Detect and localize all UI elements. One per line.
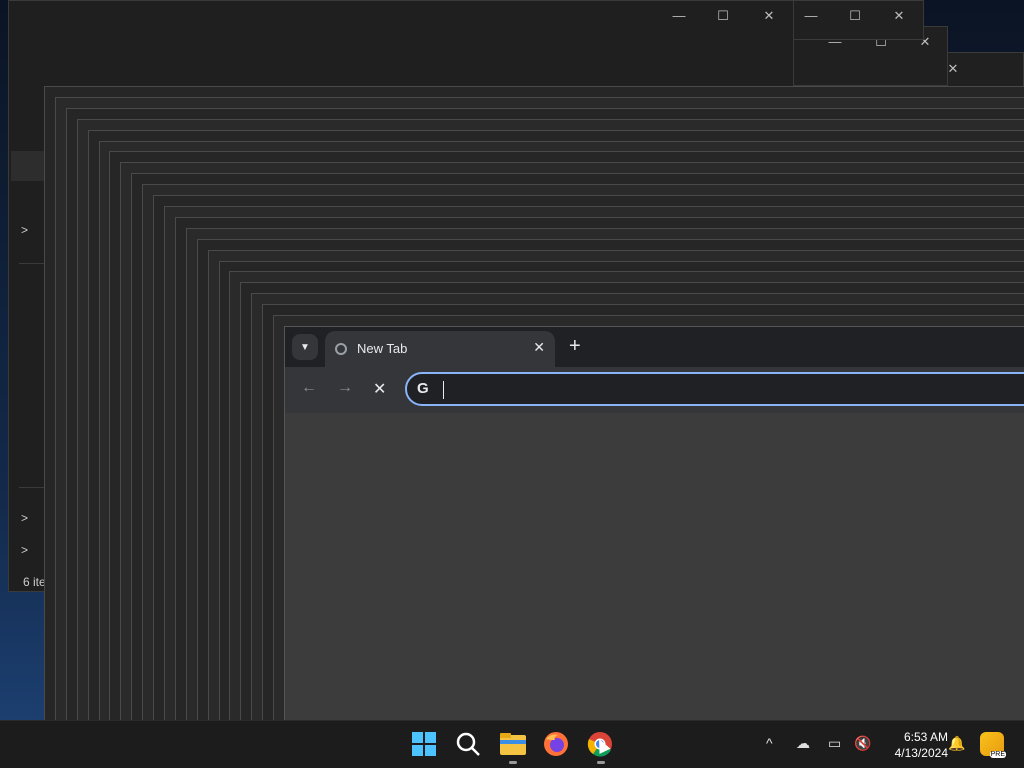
expand-chevron-icon[interactable]: > bbox=[21, 511, 28, 525]
minimize-icon[interactable]: — bbox=[671, 8, 687, 24]
file-explorer-icon[interactable] bbox=[499, 731, 527, 759]
pre-badge-icon: PRE bbox=[989, 751, 1006, 758]
running-indicator bbox=[597, 761, 605, 764]
back-button[interactable]: ← bbox=[301, 379, 317, 397]
expand-chevron-icon[interactable]: > bbox=[21, 543, 28, 557]
show-hidden-icons-button[interactable]: ^ bbox=[766, 735, 773, 751]
clock-date: 4/13/2024 bbox=[894, 746, 948, 760]
google-icon: G bbox=[417, 380, 429, 397]
maximize-icon[interactable]: ☐ bbox=[847, 8, 863, 24]
chevron-down-icon: ▼ bbox=[300, 341, 310, 353]
close-icon[interactable]: ✕ bbox=[891, 8, 907, 24]
running-indicator bbox=[509, 761, 517, 764]
omnibox[interactable]: G bbox=[405, 372, 1024, 406]
close-tab-icon[interactable]: ✕ bbox=[533, 339, 545, 356]
search-icon[interactable] bbox=[455, 731, 483, 759]
forward-button[interactable]: → bbox=[337, 379, 353, 397]
stop-button[interactable]: ✕ bbox=[373, 379, 386, 399]
minimize-icon[interactable]: — bbox=[803, 8, 819, 24]
chrome-favicon-icon bbox=[335, 343, 347, 355]
volume-muted-icon[interactable]: 🔇 bbox=[854, 735, 871, 752]
firefox-icon[interactable] bbox=[543, 731, 571, 759]
tab-strip: ▼ New Tab ✕ + bbox=[285, 327, 1024, 367]
taskbar: ^ ☁ ▭ 🔇 6:53 AM 4/13/2024 🔔 PRE bbox=[0, 720, 1024, 768]
page-content bbox=[285, 413, 1024, 721]
tab-new-tab[interactable]: New Tab ✕ bbox=[325, 331, 555, 367]
tab-title: New Tab bbox=[357, 341, 408, 356]
browser-toolbar: ← → ✕ G bbox=[285, 367, 1024, 413]
item-count-status: 6 ite bbox=[23, 575, 46, 589]
text-caret bbox=[443, 381, 444, 399]
tab-search-button[interactable]: ▼ bbox=[292, 334, 318, 360]
clock[interactable]: 6:53 AM 4/13/2024 bbox=[878, 729, 948, 761]
onedrive-offline-icon[interactable]: ☁ bbox=[796, 735, 810, 752]
new-tab-button[interactable]: + bbox=[569, 335, 581, 357]
expand-chevron-icon[interactable]: > bbox=[21, 223, 28, 237]
network-icon[interactable]: ▭ bbox=[828, 735, 841, 752]
copilot-preview-icon[interactable]: PRE bbox=[980, 732, 1006, 758]
clock-time: 6:53 AM bbox=[903, 730, 948, 744]
notification-bell-icon[interactable]: 🔔 bbox=[948, 735, 965, 752]
chrome-window[interactable]: ▼ New Tab ✕ + ← → ✕ G bbox=[284, 326, 1024, 721]
maximize-icon[interactable]: ☐ bbox=[715, 8, 731, 24]
close-icon[interactable]: ✕ bbox=[761, 8, 777, 24]
start-icon[interactable] bbox=[411, 731, 439, 759]
